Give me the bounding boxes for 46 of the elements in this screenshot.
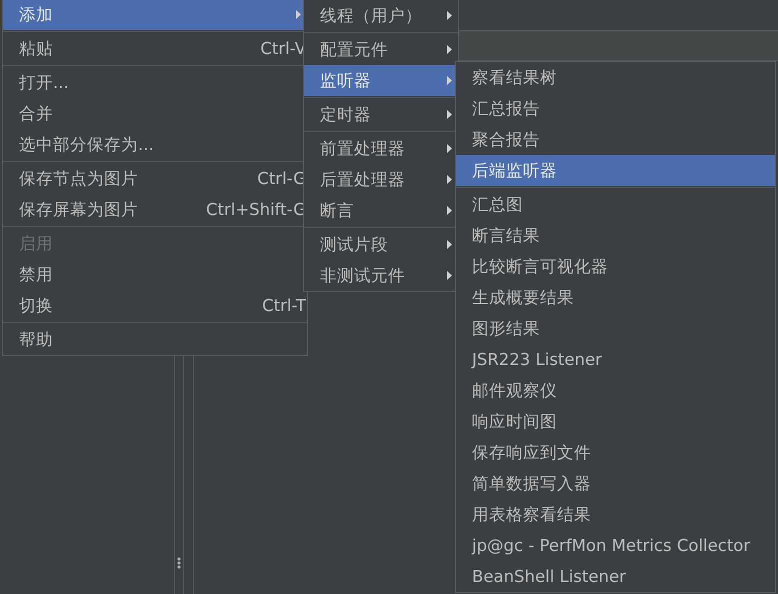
submenu-arrow-icon xyxy=(447,144,452,153)
menu-item[interactable]: 断言结果 xyxy=(456,220,775,251)
submenu-arrow-icon xyxy=(296,10,301,19)
menu-item[interactable]: 配置元件 xyxy=(304,34,458,65)
menu-item[interactable]: 汇总报告 xyxy=(456,93,775,124)
menu-item[interactable]: 后置处理器 xyxy=(304,164,458,195)
menu-item[interactable]: 选中部分保存为... xyxy=(3,129,307,160)
menu-item[interactable]: 切换 Ctrl-T xyxy=(3,290,307,321)
menu-item[interactable]: 前置处理器 xyxy=(304,133,458,164)
menu-item[interactable]: 保存响应到文件 xyxy=(456,437,775,468)
shortcut-label: Ctrl+Shift-G xyxy=(206,200,306,219)
submenu-arrow-icon xyxy=(447,240,452,249)
menu-item[interactable]: 邮件观察仪 xyxy=(456,375,775,406)
menu-item[interactable]: 打开... xyxy=(3,67,307,98)
menu-item[interactable]: JSR223 Listener xyxy=(456,344,775,375)
menu-item[interactable]: 响应时间图 xyxy=(456,406,775,437)
submenu-arrow-icon xyxy=(447,76,452,85)
menu-item[interactable]: 帮助 xyxy=(3,324,307,355)
menu-item[interactable]: 线程（用户） xyxy=(304,0,458,31)
submenu-arrow-icon xyxy=(447,11,452,20)
submenu-arrow-icon xyxy=(447,110,452,119)
menu-item[interactable]: 非测试元件 xyxy=(304,260,458,291)
menu-item[interactable]: 测试片段 xyxy=(304,229,458,260)
submenu-arrow-icon xyxy=(447,45,452,54)
submenu-arrow-icon xyxy=(447,206,452,215)
menu-item[interactable]: 简单数据写入器 xyxy=(456,468,775,499)
menu-item[interactable]: 监听器 xyxy=(304,65,458,96)
menu-item[interactable]: 汇总图 xyxy=(456,189,775,220)
submenu-arrow-icon xyxy=(447,175,452,184)
grip-icon[interactable] xyxy=(177,557,181,569)
menu-item[interactable]: 用表格察看结果 xyxy=(456,499,775,530)
menu-item[interactable]: 合并 xyxy=(3,98,307,129)
menu-item[interactable]: 保存屏幕为图片 Ctrl+Shift-G xyxy=(3,194,307,225)
submenu-arrow-icon xyxy=(447,271,452,280)
menu-item[interactable]: jp@gc - PerfMon Metrics Collector xyxy=(456,530,775,561)
menu-item[interactable]: 比较断言可视化器 xyxy=(456,251,775,282)
menu-item[interactable]: 后端监听器 xyxy=(456,155,775,186)
menu-item[interactable]: 禁用 xyxy=(3,259,307,290)
menu-item[interactable]: 聚合报告 xyxy=(456,124,775,155)
menu-item[interactable]: 定时器 xyxy=(304,99,458,130)
menu-item[interactable]: 图形结果 xyxy=(456,313,775,344)
menu-item[interactable]: 察看结果树 xyxy=(456,62,775,93)
menu-item[interactable]: 断言 xyxy=(304,195,458,226)
menu-item[interactable]: 生成概要结果 xyxy=(456,282,775,313)
menu-item[interactable]: BeanShell Listener xyxy=(456,561,775,592)
shortcut-label: Ctrl-T xyxy=(262,296,306,315)
